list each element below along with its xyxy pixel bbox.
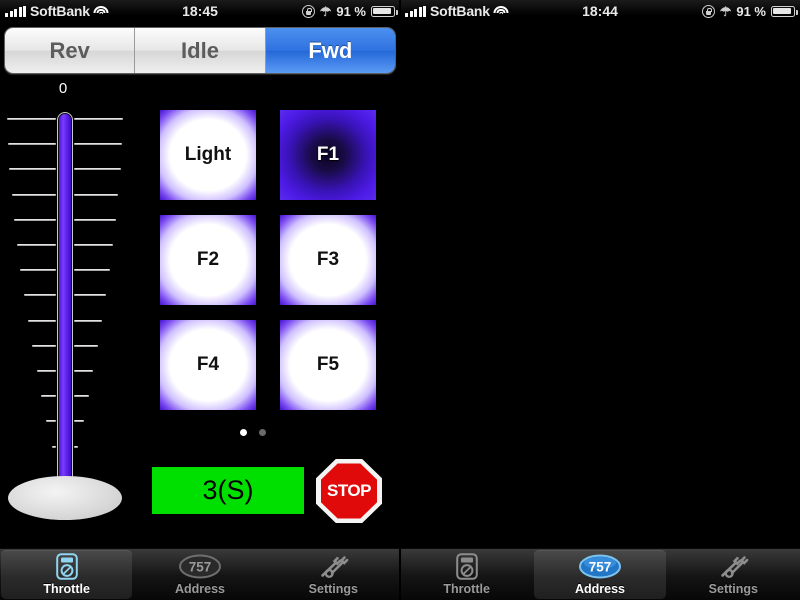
- status-bar-right-group: ☂ 91 %: [701, 3, 798, 19]
- rotation-lock-icon: [701, 4, 715, 18]
- app-root: SoftBank 18:45 ☂ 91 % Rev Idle Fwd 0 Lig…: [0, 0, 800, 600]
- status-bar-right-group: ☂ 91 %: [301, 3, 398, 19]
- throttle-icon: [455, 553, 478, 580]
- tab-label-throttle: Throttle: [43, 582, 90, 596]
- svg-text:757: 757: [189, 560, 212, 575]
- throttle-tick: [74, 420, 84, 423]
- stop-octagon: STOP: [316, 459, 382, 523]
- function-button-f3[interactable]: F3: [280, 215, 376, 305]
- throttle-tick: [74, 269, 110, 272]
- throttle-tick: [28, 319, 56, 322]
- page-indicator-dots[interactable]: [240, 429, 266, 436]
- function-button-f5[interactable]: F5: [280, 320, 376, 410]
- throttle-slider[interactable]: [0, 100, 130, 520]
- function-button-label: F4: [196, 354, 220, 375]
- battery-icon: [771, 5, 798, 17]
- function-button-label: F1: [316, 144, 340, 165]
- function-button-f4[interactable]: F4: [160, 320, 256, 410]
- throttle-tick: [17, 244, 56, 246]
- tab-address[interactable]: 757 Address: [134, 550, 265, 599]
- throttle-tick: [14, 218, 56, 221]
- function-button-f1[interactable]: F1: [280, 110, 376, 200]
- throttle-value-label: 0: [58, 80, 68, 97]
- rotation-lock-icon: [301, 4, 315, 18]
- wrenches-icon: [717, 553, 749, 580]
- function-button-label: F5: [316, 354, 340, 375]
- bluetooth-icon: ☂: [719, 3, 732, 19]
- throttle-tick: [36, 370, 56, 372]
- function-button-label: F3: [316, 249, 340, 270]
- throttle-tick: [7, 143, 56, 146]
- throttle-tick: [74, 168, 121, 171]
- bluetooth-icon: ☂: [319, 3, 332, 19]
- function-button-label: F2: [196, 249, 220, 270]
- direction-option-idle[interactable]: Idle: [135, 28, 266, 73]
- throttle-tick: [74, 118, 123, 120]
- battery-percent-label: 91 %: [336, 3, 366, 19]
- throttle-tick: [41, 395, 56, 398]
- svg-text:757: 757: [589, 560, 612, 575]
- throttle-tick: [20, 269, 56, 272]
- tab-address[interactable]: 757 Address: [534, 550, 666, 599]
- tab-label-address: Address: [174, 582, 225, 596]
- throttle-tick: [74, 445, 79, 448]
- tab-label-settings: Settings: [308, 582, 358, 596]
- stop-label: STOP: [320, 463, 378, 519]
- tab-bar-left: Throttle 757 Address Settings: [0, 548, 400, 600]
- throttle-tick: [24, 294, 56, 297]
- function-button-light[interactable]: Light: [160, 110, 256, 200]
- throttle-tick: [74, 218, 116, 221]
- tab-label-throttle: Throttle: [443, 582, 490, 596]
- address-badge-icon: 757: [178, 553, 222, 580]
- battery-percent-label: 91 %: [736, 3, 766, 19]
- throttle-tick: [74, 344, 98, 347]
- throttle-base: [8, 476, 122, 520]
- throttle-icon: [55, 553, 78, 580]
- address-display-left[interactable]: 3(S): [152, 467, 304, 514]
- status-bar-right: SoftBank 18:44 ☂ 91 %: [400, 0, 800, 22]
- throttle-tick: [74, 294, 106, 297]
- address-screen: SoftBank 18:44 ☂ 91 % 3(S) Keypad New En…: [400, 0, 800, 600]
- function-button-f2[interactable]: F2: [160, 215, 256, 305]
- battery-icon: [371, 5, 398, 17]
- tab-throttle[interactable]: Throttle: [1, 550, 133, 599]
- direction-option-rev[interactable]: Rev: [5, 28, 136, 73]
- screen-divider: [399, 0, 401, 600]
- tab-label-settings: Settings: [708, 582, 758, 596]
- status-bar-left: SoftBank 18:45 ☂ 91 %: [0, 0, 400, 22]
- throttle-tick: [74, 370, 94, 372]
- direction-segmented-control[interactable]: Rev Idle Fwd: [4, 27, 396, 74]
- page-dot-1[interactable]: [240, 429, 247, 436]
- address-badge-icon: 757: [578, 553, 622, 580]
- throttle-fill: [59, 114, 71, 488]
- throttle-tick: [7, 118, 56, 120]
- function-button-label: Light: [184, 144, 232, 165]
- throttle-tick: [32, 344, 56, 347]
- tab-settings[interactable]: Settings: [268, 550, 399, 599]
- stop-button[interactable]: STOP: [316, 459, 382, 523]
- throttle-tick: [74, 395, 89, 398]
- tab-settings[interactable]: Settings: [668, 550, 799, 599]
- page-dot-2[interactable]: [259, 429, 266, 436]
- throttle-tick: [74, 244, 113, 246]
- direction-option-fwd[interactable]: Fwd: [265, 28, 395, 73]
- throttle-tick: [11, 193, 56, 196]
- throttle-tick: [51, 445, 56, 448]
- throttle-tick: [46, 420, 56, 423]
- throttle-screen: SoftBank 18:45 ☂ 91 % Rev Idle Fwd 0 Lig…: [0, 0, 400, 600]
- throttle-tick: [74, 319, 102, 322]
- throttle-tick: [74, 143, 123, 146]
- tab-label-address: Address: [574, 582, 625, 596]
- tab-bar-right: Throttle 757 Address Settings: [400, 548, 800, 600]
- throttle-tick: [9, 168, 56, 171]
- tab-throttle[interactable]: Throttle: [401, 550, 532, 599]
- wrenches-icon: [317, 553, 349, 580]
- throttle-tick: [74, 193, 119, 196]
